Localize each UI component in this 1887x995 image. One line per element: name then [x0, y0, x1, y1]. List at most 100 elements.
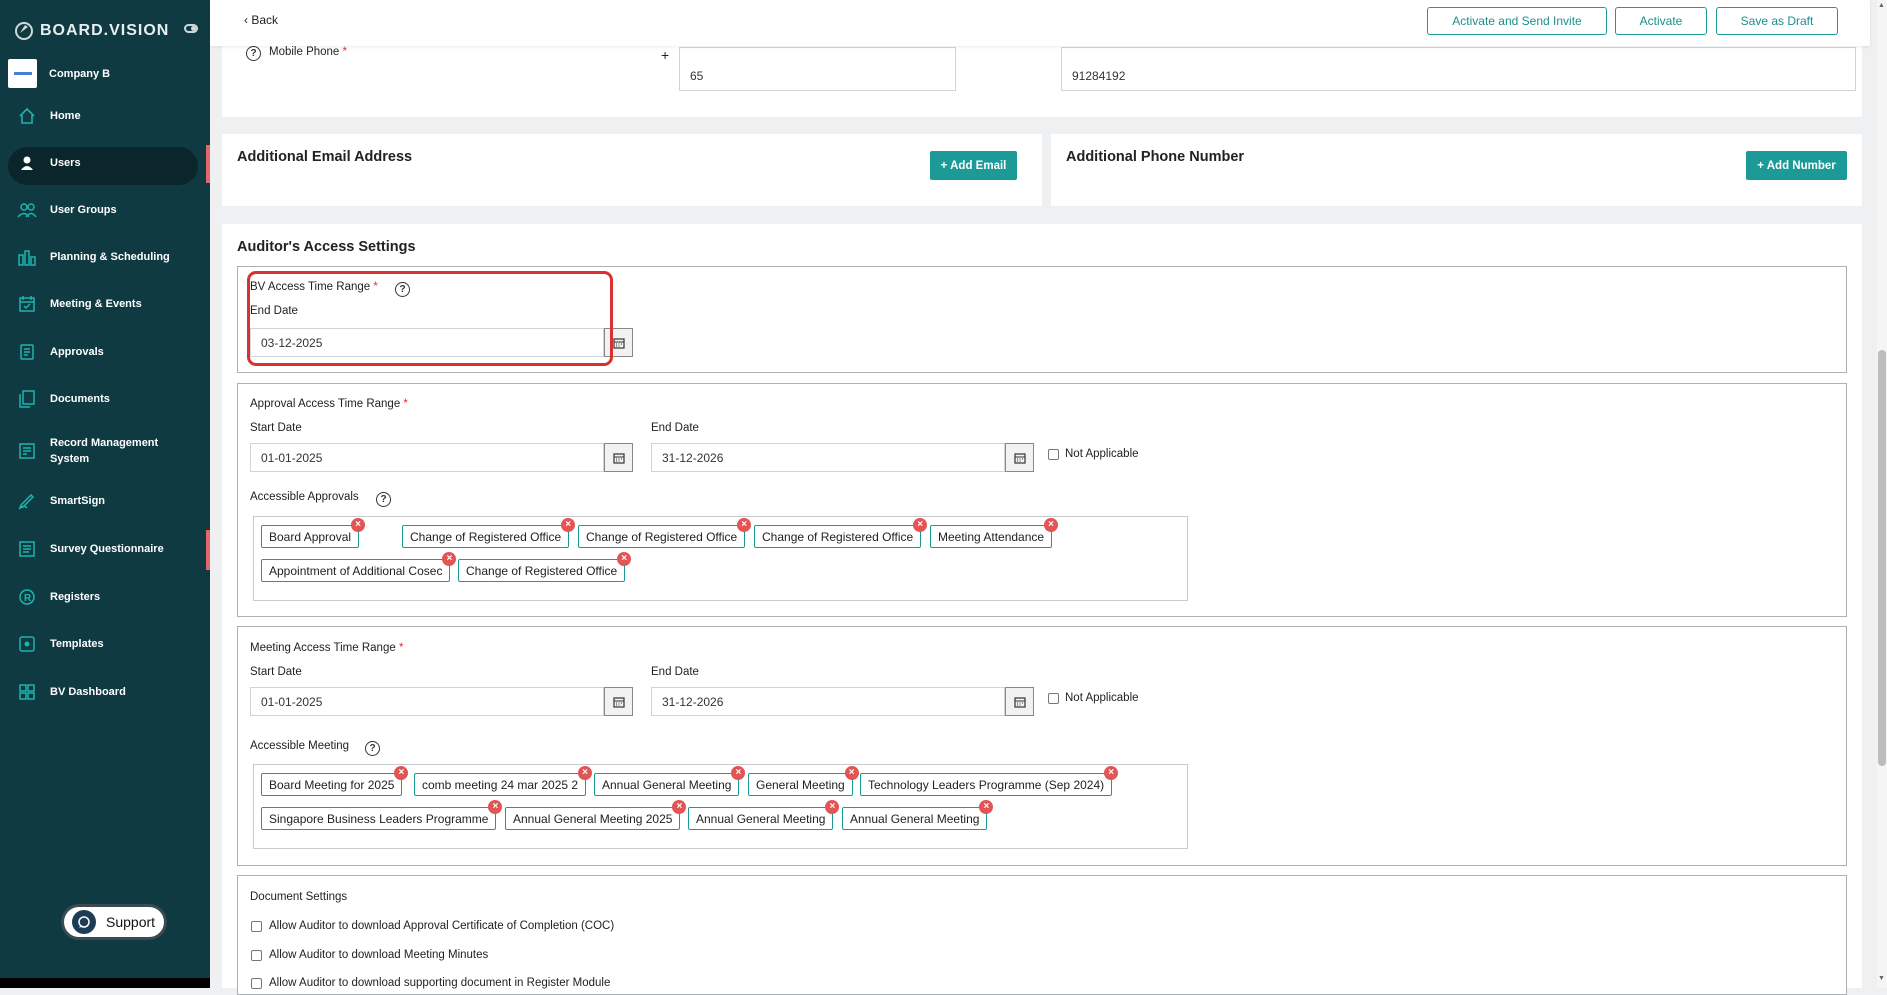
additional-phone-card: Additional Phone Number + Add Number: [1051, 134, 1862, 206]
plus-sign: +: [661, 47, 670, 63]
approval-end-input[interactable]: 31-12-2026: [651, 443, 1005, 472]
approval-access-label: Approval Access Time Range *: [250, 398, 408, 410]
brand-logo[interactable]: BOARD.VISION: [14, 18, 169, 44]
remove-tag-icon[interactable]: ×: [979, 800, 994, 814]
remove-tag-icon[interactable]: ×: [351, 518, 366, 532]
approval-access-section: Approval Access Time Range * Start Date …: [237, 383, 1847, 617]
minutes-download-checkbox[interactable]: [251, 950, 262, 961]
sidebar-item-approvals[interactable]: Approvals: [0, 341, 210, 363]
remove-tag-icon[interactable]: ×: [825, 800, 840, 814]
help-icon[interactable]: ?: [376, 492, 391, 507]
meeting-start-label: Start Date: [250, 666, 302, 678]
phone-number-input[interactable]: 91284192: [1061, 47, 1856, 91]
remove-tag-icon[interactable]: ×: [1104, 766, 1119, 780]
minutes-download-label: Allow Auditor to download Meeting Minute…: [269, 949, 489, 961]
meeting-tag: Annual General Meeting ×: [594, 766, 746, 796]
sidebar-item-home[interactable]: Home: [0, 105, 210, 127]
mobile-phone-label: Mobile Phone *: [269, 46, 348, 58]
sidebar-item-registers[interactable]: R Registers: [0, 586, 210, 608]
meeting-not-applicable-checkbox[interactable]: [1048, 693, 1059, 704]
meeting-tag: Technology Leaders Programme (Sep 2024) ×: [860, 766, 1119, 796]
sidebar-item-templates[interactable]: Templates: [0, 633, 210, 655]
home-icon: [16, 105, 38, 127]
meeting-tag: Annual General Meeting 2025 ×: [505, 800, 687, 830]
remove-tag-icon[interactable]: ×: [561, 518, 576, 532]
country-code-input[interactable]: 65: [679, 47, 956, 91]
scroll-up-icon[interactable]: ▲: [1878, 2, 1885, 9]
sidebar-item-survey[interactable]: Survey Questionnaire: [0, 538, 210, 560]
scroll-down-icon[interactable]: ▼: [1878, 975, 1885, 982]
sidebar-item-users[interactable]: Users: [0, 147, 210, 185]
scrollbar-thumb[interactable]: [1878, 350, 1886, 766]
approvals-tag-area[interactable]: Board Approval × Change of Registered Off…: [253, 516, 1188, 601]
additional-email-title: Additional Email Address: [237, 149, 413, 165]
sidebar-item-records[interactable]: Record Management System: [0, 435, 210, 467]
coc-download-checkbox[interactable]: [251, 921, 262, 932]
remove-tag-icon[interactable]: ×: [737, 518, 752, 532]
sidebar-item-label: SmartSign: [50, 495, 106, 507]
dashboard-icon: [16, 681, 38, 703]
help-icon[interactable]: ?: [246, 46, 261, 61]
remove-tag-icon[interactable]: ×: [578, 766, 593, 780]
help-icon[interactable]: ?: [365, 741, 380, 756]
calendar-icon: [16, 293, 38, 315]
calendar-icon[interactable]: [1005, 443, 1034, 472]
remove-tag-icon[interactable]: ×: [913, 518, 928, 532]
remove-tag-icon[interactable]: ×: [488, 800, 503, 814]
brand-name: BOARD.VISION: [40, 22, 170, 39]
meeting-start-input[interactable]: 01-01-2025: [250, 687, 604, 716]
sidebar-item-planning[interactable]: Planning & Scheduling: [0, 246, 210, 268]
approval-start-label: Start Date: [250, 422, 302, 434]
sidebar-item-label: BV Dashboard: [50, 686, 126, 698]
back-link[interactable]: ‹ Back: [244, 13, 278, 27]
sidebar-item-smartsign[interactable]: SmartSign: [0, 490, 210, 512]
remove-tag-icon[interactable]: ×: [1044, 518, 1059, 532]
sidebar-item-label: Users: [50, 157, 81, 169]
approval-tag: Appointment of Additional Cosec ×: [261, 552, 457, 582]
remove-tag-icon[interactable]: ×: [394, 766, 409, 780]
sidebar-item-label: Survey Questionnaire: [50, 543, 164, 555]
approval-start-input[interactable]: 01-01-2025: [250, 443, 604, 472]
record-icon: [16, 440, 38, 462]
activate-button[interactable]: Activate: [1615, 7, 1707, 35]
meeting-tag: Singapore Business Leaders Programme ×: [261, 800, 503, 830]
additional-email-card: Additional Email Address + Add Email: [222, 134, 1042, 206]
access-settings-card: Auditor's Access Settings BV Access Time…: [222, 224, 1862, 995]
sidebar-item-dashboard[interactable]: BV Dashboard: [0, 681, 210, 703]
sidebar-item-documents[interactable]: Documents: [0, 388, 210, 410]
meeting-end-input[interactable]: 31-12-2026: [651, 687, 1005, 716]
sidebar-item-label: Planning & Scheduling: [50, 251, 170, 263]
sidebar-item-label: Registers: [50, 591, 101, 603]
meeting-tag: Annual General Meeting ×: [842, 800, 994, 830]
remove-tag-icon[interactable]: ×: [617, 552, 632, 566]
save-draft-button[interactable]: Save as Draft: [1716, 7, 1838, 35]
remove-tag-icon[interactable]: ×: [672, 800, 687, 814]
company-switcher[interactable]: Company B: [8, 59, 110, 88]
access-settings-title: Auditor's Access Settings: [237, 239, 416, 255]
sidebar-item-meetings[interactable]: Meeting & Events: [0, 293, 210, 315]
calendar-icon[interactable]: [1005, 687, 1034, 716]
activate-send-invite-button[interactable]: Activate and Send Invite: [1427, 7, 1607, 35]
document-settings-section: Document Settings Allow Auditor to downl…: [237, 875, 1847, 995]
register-docs-download-label: Allow Auditor to download supporting doc…: [269, 977, 611, 989]
accessible-meeting-label: Accessible Meeting: [250, 740, 350, 752]
sidebar-item-label: Record Management System: [50, 437, 159, 465]
meeting-access-label: Meeting Access Time Range *: [250, 642, 404, 654]
meetings-tag-area[interactable]: Board Meeting for 2025 × comb meeting 24 …: [253, 764, 1188, 849]
remove-tag-icon[interactable]: ×: [442, 552, 457, 566]
register-docs-download-checkbox[interactable]: [251, 978, 262, 989]
approval-end-label: End Date: [651, 422, 699, 434]
approval-icon: [16, 341, 38, 363]
add-number-button[interactable]: + Add Number: [1746, 151, 1847, 180]
sidebar-item-user-groups[interactable]: User Groups: [0, 199, 210, 221]
remove-tag-icon[interactable]: ×: [844, 766, 859, 780]
sidebar-item-label: Approvals: [50, 346, 104, 358]
pen-icon: [16, 490, 38, 512]
support-button[interactable]: Support: [61, 904, 167, 940]
add-email-button[interactable]: + Add Email: [930, 151, 1017, 180]
theme-toggle-icon[interactable]: [184, 24, 198, 33]
calendar-icon[interactable]: [604, 687, 633, 716]
remove-tag-icon[interactable]: ×: [731, 766, 746, 780]
approval-not-applicable-checkbox[interactable]: [1048, 449, 1059, 460]
calendar-icon[interactable]: [604, 443, 633, 472]
